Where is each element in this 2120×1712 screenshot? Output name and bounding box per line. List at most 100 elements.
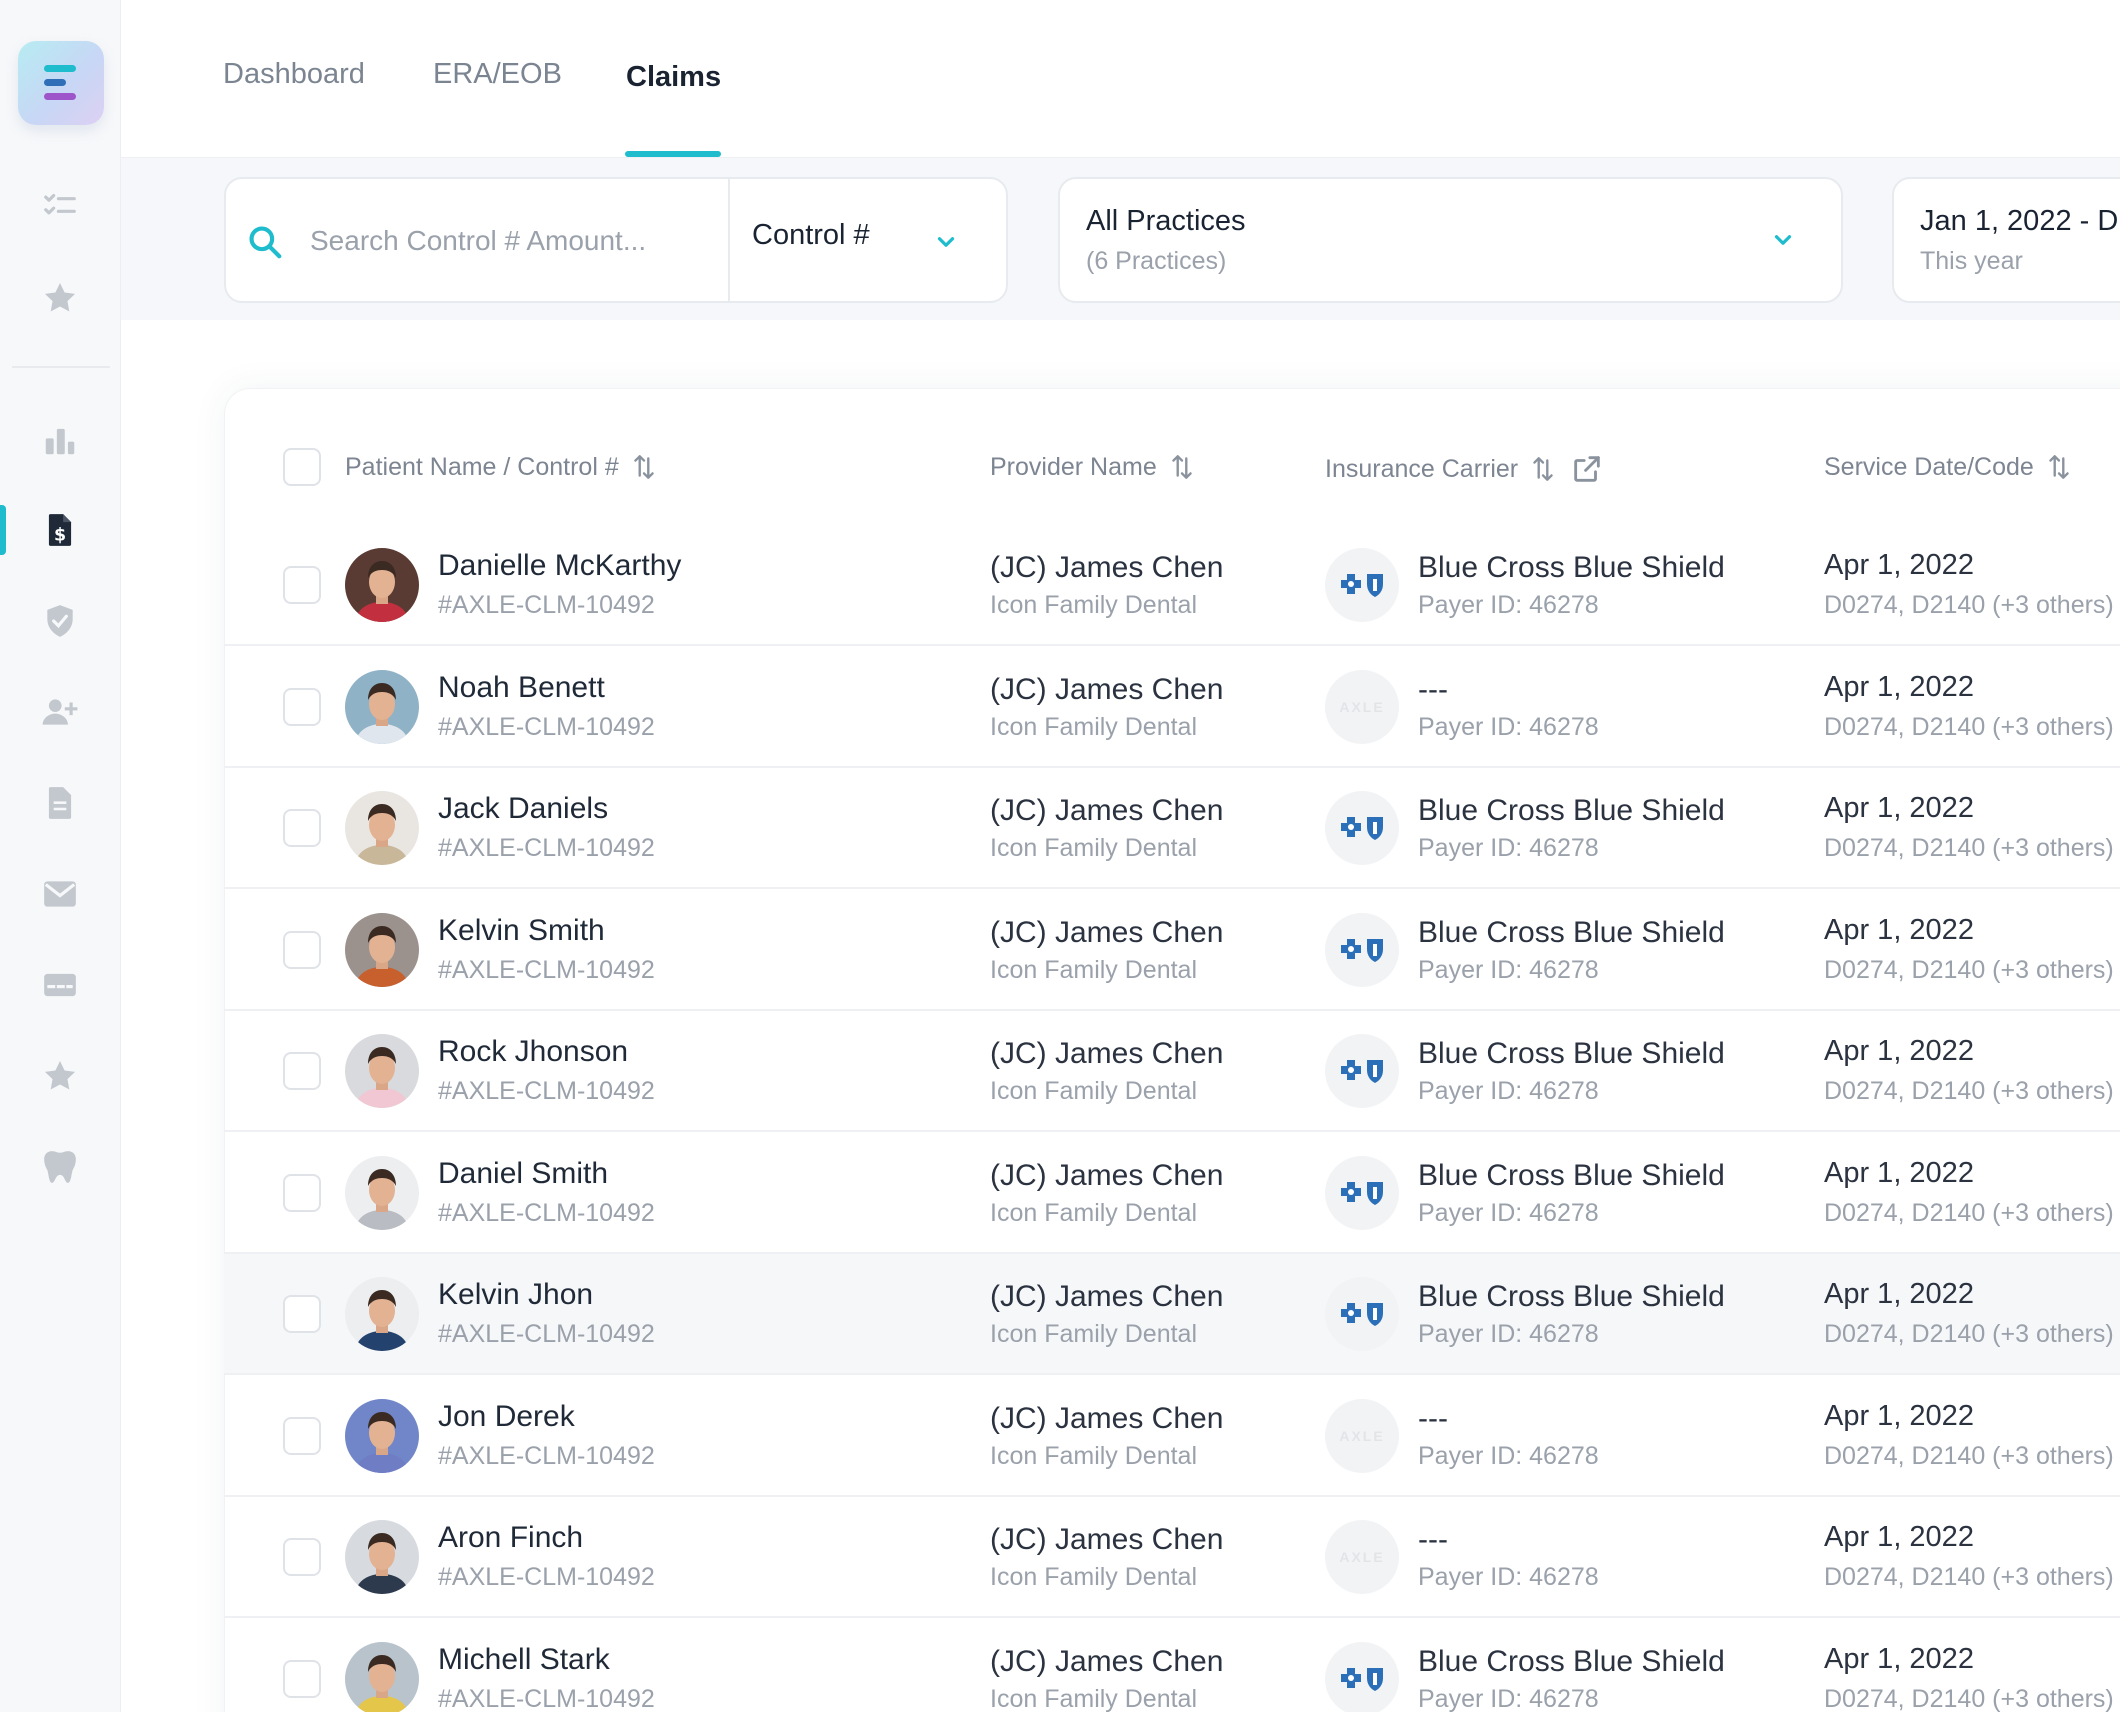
service-date: Apr 1, 2022 [1824,1643,1974,1675]
row-checkbox[interactable] [283,931,321,969]
column-label: Provider Name [990,452,1157,481]
sort-icon[interactable] [2046,452,2072,482]
tab-era-eob[interactable]: ERA/EOB [433,58,562,91]
service-codes: D0274, D2140 (+3 others) [1824,1077,2114,1105]
external-link-icon[interactable] [1570,452,1604,486]
patient-name: Danielle McKarthy [438,549,682,582]
column-header-service[interactable]: Service Date/Code [1824,452,2072,482]
bcbs-logo-icon [1325,548,1399,622]
column-label: Patient Name / Control # [345,452,619,481]
row-checkbox[interactable] [283,1538,321,1576]
control-number: #AXLE-CLM-10492 [438,1320,655,1348]
table-row[interactable]: Rock Jhonson #AXLE-CLM-10492 (JC) James Ch… [224,1011,2120,1132]
date-range-select[interactable]: Jan 1, 2022 - D This year [1892,177,2120,303]
table-row[interactable]: Aron Finch #AXLE-CLM-10492 (JC) James Chen… [224,1497,2120,1618]
carrier-placeholder-icon: AXLE [1325,670,1399,744]
invoice-dollar-icon[interactable]: $ [30,500,90,560]
control-number: #AXLE-CLM-10492 [438,1077,655,1105]
patient-name: Jon Derek [438,1400,575,1433]
carrier-name: --- [1418,1523,1448,1556]
carrier-name: Blue Cross Blue Shield [1418,1280,1725,1313]
avatar [345,1642,419,1712]
practice-name: Icon Family Dental [990,1199,1198,1227]
service-codes: D0274, D2140 (+3 others) [1824,713,2114,741]
table-row[interactable]: Kelvin Jhon #AXLE-CLM-10492 (JC) James Che… [224,1254,2120,1375]
carrier-placeholder-icon: AXLE [1325,1399,1399,1473]
mail-icon[interactable] [30,864,90,924]
avatar [345,548,419,622]
control-number: #AXLE-CLM-10492 [438,956,655,984]
row-checkbox[interactable] [283,688,321,726]
provider-name: (JC) James Chen [990,1037,1224,1070]
bar-chart-icon[interactable] [30,410,90,470]
avatar [345,1399,419,1473]
service-codes: D0274, D2140 (+3 others) [1824,956,2114,984]
service-date: Apr 1, 2022 [1824,1157,1974,1189]
bcbs-logo-icon [1325,1156,1399,1230]
table-row[interactable]: Jon Derek #AXLE-CLM-10492 (JC) James Chen I… [224,1376,2120,1497]
practice-name: Icon Family Dental [990,1685,1198,1712]
row-checkbox[interactable] [283,809,321,847]
practices-count: (6 Practices) [1086,247,1227,275]
service-date: Apr 1, 2022 [1824,914,1974,946]
sort-icon[interactable] [631,452,657,482]
sort-icon[interactable] [1530,454,1556,484]
service-date: Apr 1, 2022 [1824,792,1974,824]
patient-name: Jack Daniels [438,792,609,825]
practices-select[interactable]: All Practices (6 Practices) [1058,177,1843,303]
control-number: #AXLE-CLM-10492 [438,1563,655,1591]
star-icon[interactable] [30,268,90,328]
column-header-carrier[interactable]: Insurance Carrier [1325,452,1604,486]
carrier-name: Blue Cross Blue Shield [1418,794,1725,827]
column-header-provider[interactable]: Provider Name [990,452,1195,482]
service-date: Apr 1, 2022 [1824,549,1974,581]
card-icon[interactable] [30,955,90,1015]
payer-id: Payer ID: 46278 [1418,591,1599,619]
table-row[interactable]: Kelvin Smith #AXLE-CLM-10492 (JC) James Ch… [224,890,2120,1011]
app-logo[interactable] [18,41,104,125]
table-row[interactable]: Noah Benett #AXLE-CLM-10492 (JC) James Che… [224,647,2120,768]
payer-id: Payer ID: 46278 [1418,834,1599,862]
payer-id: Payer ID: 46278 [1418,713,1599,741]
row-checkbox[interactable] [283,1174,321,1212]
table-row[interactable]: Daniel Smith #AXLE-CLM-10492 (JC) James Ch… [224,1133,2120,1254]
row-checkbox[interactable] [283,1417,321,1455]
tooth-icon[interactable] [30,1137,90,1197]
add-user-icon[interactable] [30,682,90,742]
checklist-icon[interactable] [30,175,90,235]
logo-bar [44,65,76,72]
service-date: Apr 1, 2022 [1824,1278,1974,1310]
search-input[interactable] [310,217,670,265]
row-checkbox[interactable] [283,1660,321,1698]
provider-name: (JC) James Chen [990,673,1224,706]
column-header-patient[interactable]: Patient Name / Control # [345,452,657,482]
chevron-down-icon[interactable] [933,229,959,255]
service-codes: D0274, D2140 (+3 others) [1824,1320,2114,1348]
document-icon[interactable] [30,773,90,833]
row-checkbox[interactable] [283,1052,321,1090]
patient-name: Noah Benett [438,671,605,704]
tab-claims[interactable]: Claims [626,61,721,94]
search-field-select[interactable]: Control # [752,219,870,252]
row-checkbox[interactable] [283,1295,321,1333]
practice-name: Icon Family Dental [990,1077,1198,1105]
row-checkbox[interactable] [283,566,321,604]
table-row[interactable]: Danielle McKarthy #AXLE-CLM-10492 (JC) Jam… [224,525,2120,646]
shield-check-icon[interactable] [30,591,90,651]
select-all-checkbox[interactable] [283,448,321,486]
control-number: #AXLE-CLM-10492 [438,1685,655,1712]
column-label: Service Date/Code [1824,452,2034,481]
star-icon[interactable] [30,1046,90,1106]
avatar [345,670,419,744]
bcbs-logo-icon [1325,791,1399,865]
svg-text:$: $ [54,525,66,545]
table-row[interactable]: Michell Stark #AXLE-CLM-10492 (JC) James C… [224,1619,2120,1712]
table-row[interactable]: Jack Daniels #AXLE-CLM-10492 (JC) James Ch… [224,768,2120,889]
bcbs-logo-icon [1325,1642,1399,1712]
avatar [345,1156,419,1230]
sort-icon[interactable] [1169,452,1195,482]
payer-id: Payer ID: 46278 [1418,1320,1599,1348]
tab-dashboard[interactable]: Dashboard [223,58,365,91]
carrier-placeholder-icon: AXLE [1325,1520,1399,1594]
service-codes: D0274, D2140 (+3 others) [1824,834,2114,862]
